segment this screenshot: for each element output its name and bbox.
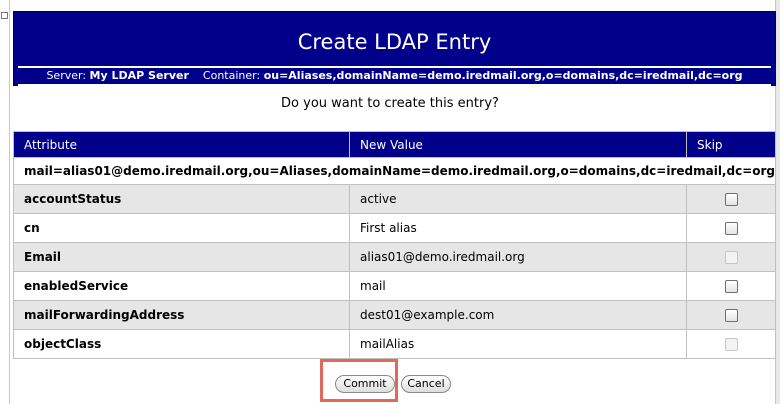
attribute-value: dest01@example.com (349, 300, 687, 330)
attribute-value: alias01@demo.iredmail.org (349, 242, 687, 272)
skip-cell (685, 213, 777, 243)
cancel-button[interactable]: Cancel (401, 375, 451, 393)
attribute-name: enabledService (13, 271, 350, 301)
page-title: Create LDAP Entry (297, 30, 492, 54)
skip-checkbox[interactable] (724, 309, 738, 322)
confirm-question: Do you want to create this entry? (281, 96, 499, 111)
table-row: mailForwardingAddress dest01@example.com (13, 300, 777, 330)
attribute-name: accountStatus (13, 184, 350, 214)
container-value: ou=Aliases,domainName=demo.iredmail.org,… (263, 69, 743, 82)
header-new-value: New Value (349, 131, 687, 158)
skip-checkbox (724, 251, 738, 264)
attribute-value: mailAlias (349, 329, 687, 359)
container-label: Container: (202, 69, 261, 82)
dn-value: mail=alias01@demo.iredmail.org,ou=Aliase… (12, 157, 777, 185)
commit-button[interactable]: Commit (335, 375, 395, 393)
skip-checkbox[interactable] (724, 222, 738, 235)
dn-row: mail=alias01@demo.iredmail.org,ou=Aliase… (12, 157, 777, 185)
attribute-name: mailForwardingAddress (13, 300, 350, 330)
attribute-name: objectClass (13, 329, 350, 359)
skip-cell (685, 329, 777, 359)
frame-corner-icon (1, 12, 8, 19)
table-row: cn First alias (13, 213, 777, 243)
attribute-value: First alias (349, 213, 687, 243)
skip-checkbox (724, 338, 738, 351)
left-frame-edge (0, 0, 10, 404)
table-row: enabledService mail (13, 271, 777, 301)
skip-cell (685, 242, 777, 272)
header-attribute: Attribute (13, 131, 350, 158)
table-header-row: Attribute New Value Skip (13, 131, 777, 158)
server-container-info: Server: My LDAP Server Container: ou=Ali… (18, 66, 771, 86)
skip-checkbox[interactable] (724, 193, 738, 206)
attribute-name: Email (13, 242, 350, 272)
server-label: Server: (46, 69, 87, 82)
skip-cell (685, 184, 777, 214)
skip-cell (685, 271, 777, 301)
server-value: My LDAP Server (89, 69, 189, 82)
attribute-name: cn (13, 213, 350, 243)
table-row: objectClass mailAlias (13, 329, 777, 359)
attribute-value: active (349, 184, 687, 214)
table-row: accountStatus active (13, 184, 777, 214)
page-header: Create LDAP Entry Server: My LDAP Server… (13, 11, 776, 86)
header-skip: Skip (685, 131, 777, 158)
skip-checkbox[interactable] (724, 280, 738, 293)
entry-table: Attribute New Value Skip mail=alias01@de… (12, 131, 777, 359)
table-row: Email alias01@demo.iredmail.org (13, 242, 777, 272)
skip-cell (685, 300, 777, 330)
attribute-value: mail (349, 271, 687, 301)
